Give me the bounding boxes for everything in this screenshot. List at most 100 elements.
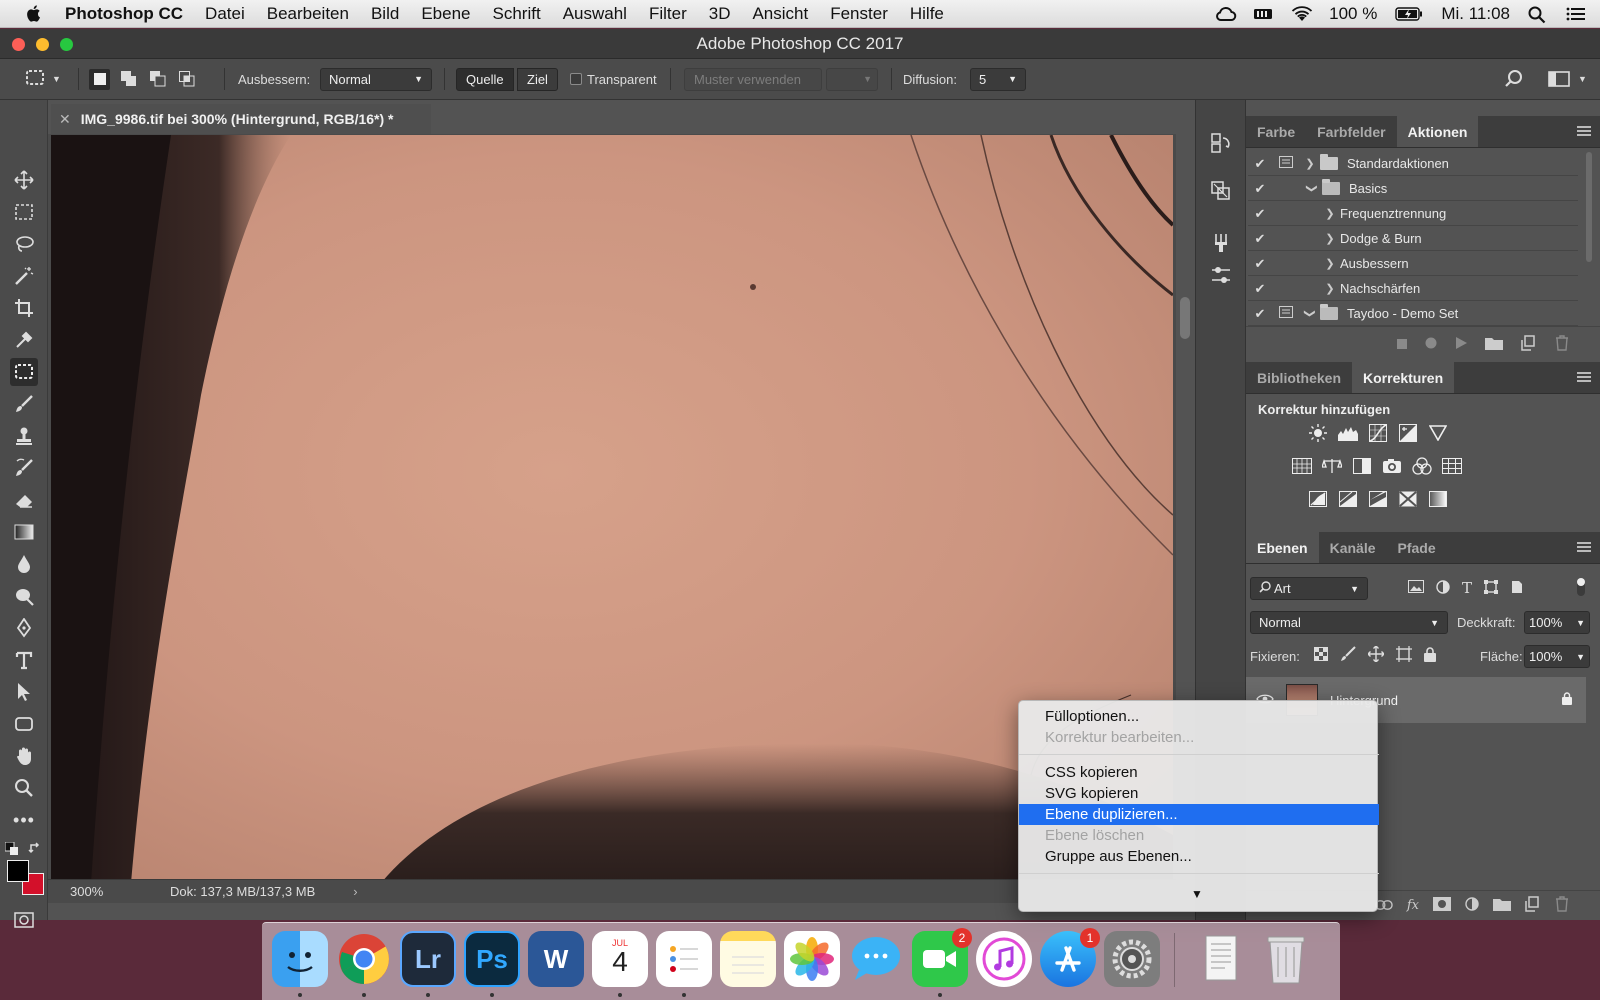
dialog-toggle-icon[interactable]: [1279, 156, 1293, 171]
posterize-icon[interactable]: [1338, 490, 1358, 508]
action-row[interactable]: ✔ ❯ Nachschärfen: [1248, 277, 1578, 301]
selective-color-icon[interactable]: [1398, 490, 1418, 508]
tab-farbfelder[interactable]: Farbfelder: [1306, 116, 1396, 147]
lock-pixels-icon[interactable]: [1340, 646, 1356, 665]
panel-menu-icon[interactable]: [1577, 126, 1591, 136]
layer-style-fx-icon[interactable]: fx: [1407, 898, 1419, 913]
path-selection-tool-icon[interactable]: [10, 678, 38, 706]
vibrance-icon[interactable]: [1428, 424, 1448, 442]
chrome-app-icon[interactable]: [336, 931, 392, 987]
minimize-window-button[interactable]: [36, 38, 49, 51]
close-window-button[interactable]: [12, 38, 25, 51]
panel-menu-icon[interactable]: [1577, 542, 1591, 552]
dialog-toggle-box[interactable]: [1280, 232, 1294, 246]
actions-scrollbar-thumb[interactable]: [1586, 152, 1592, 262]
menu-fenster[interactable]: Fenster: [819, 4, 899, 24]
brush-presets-panel-icon[interactable]: [1205, 228, 1237, 258]
more-tools-icon[interactable]: •••: [10, 806, 38, 834]
adjustment-layer-filter-icon[interactable]: [1436, 579, 1450, 597]
brightness-contrast-icon[interactable]: [1308, 424, 1328, 442]
menu-app-name[interactable]: Photoshop CC: [54, 4, 194, 24]
battery-icon[interactable]: [1395, 6, 1423, 22]
quick-mask-icon[interactable]: [14, 912, 34, 931]
action-row[interactable]: ✔ ❯ Taydoo - Demo Set: [1248, 302, 1578, 326]
new-layer-icon[interactable]: [1525, 896, 1541, 915]
hue-saturation-icon[interactable]: [1292, 457, 1312, 475]
tab-bibliotheken[interactable]: Bibliotheken: [1246, 362, 1352, 393]
dialog-toggle-icon[interactable]: [1279, 306, 1293, 321]
blend-mode-select[interactable]: Normal ▼: [1250, 611, 1448, 634]
panel-menu-icon[interactable]: [1577, 372, 1591, 382]
check-icon[interactable]: ✔: [1248, 181, 1272, 197]
add-selection-mode-button[interactable]: [118, 69, 139, 90]
ausbessern-mode-select[interactable]: Normal ▼: [320, 67, 432, 91]
action-row[interactable]: ✔ ❯ Standardaktionen: [1248, 152, 1578, 176]
zoom-window-button[interactable]: [60, 38, 73, 51]
marquee-tool-icon[interactable]: [10, 198, 38, 226]
close-document-icon[interactable]: ✕: [59, 111, 71, 128]
zoom-tool-icon[interactable]: [10, 774, 38, 802]
clone-stamp-tool-icon[interactable]: [10, 422, 38, 450]
foreground-color-swatch[interactable]: [7, 860, 29, 882]
history-panel-icon[interactable]: [1205, 128, 1237, 158]
action-row[interactable]: ✔ ❯ Frequenztrennung: [1248, 202, 1578, 226]
reminders-app-icon[interactable]: [656, 931, 712, 987]
patch-tool-icon[interactable]: [10, 358, 38, 386]
type-tool-icon[interactable]: [10, 646, 38, 674]
chevron-right-icon[interactable]: ❯: [1320, 232, 1340, 245]
image-canvas[interactable]: [51, 135, 1173, 883]
facetime-app-icon[interactable]: 2: [912, 928, 972, 987]
trash-app-icon[interactable]: [1258, 931, 1314, 987]
action-row[interactable]: ✔ ❯ Basics: [1248, 177, 1578, 201]
color-balance-icon[interactable]: [1322, 457, 1342, 475]
threshold-icon[interactable]: [1368, 490, 1388, 508]
menu-bearbeiten[interactable]: Bearbeiten: [256, 4, 360, 24]
eraser-tool-icon[interactable]: [10, 486, 38, 514]
tool-preset-picker[interactable]: ▼: [24, 67, 61, 92]
record-icon[interactable]: [1425, 337, 1437, 352]
calendar-app-icon[interactable]: JUL 4: [592, 931, 648, 987]
check-icon[interactable]: ✔: [1248, 156, 1272, 172]
new-group-folder-icon[interactable]: [1493, 897, 1511, 914]
layer-filter-select[interactable]: Art ▼: [1250, 577, 1368, 600]
photo-filter-icon[interactable]: [1382, 457, 1402, 475]
tab-farbe[interactable]: Farbe: [1246, 116, 1306, 147]
dialog-toggle-box[interactable]: [1280, 207, 1294, 221]
delete-layer-trash-icon[interactable]: [1555, 896, 1569, 915]
default-colors-icon[interactable]: [4, 841, 19, 859]
stop-icon[interactable]: [1397, 337, 1407, 352]
tab-korrekturen[interactable]: Korrekturen: [1352, 362, 1455, 393]
gradient-map-icon[interactable]: [1428, 490, 1448, 508]
action-row[interactable]: ✔ ❯ Ausbessern: [1248, 252, 1578, 276]
dialog-toggle-box[interactable]: [1280, 182, 1294, 196]
dialog-toggle-box[interactable]: [1280, 282, 1294, 296]
menu-hilfe[interactable]: Hilfe: [899, 4, 955, 24]
add-mask-icon[interactable]: [1433, 897, 1451, 914]
menu-datei[interactable]: Datei: [194, 4, 256, 24]
eyedropper-tool-icon[interactable]: [10, 326, 38, 354]
downloads-stack-icon[interactable]: [1194, 931, 1250, 987]
rectangle-tool-icon[interactable]: [10, 710, 38, 738]
diffusion-select[interactable]: 5 ▼: [970, 67, 1026, 91]
status-menu-arrow-icon[interactable]: ›: [353, 884, 357, 899]
exposure-icon[interactable]: [1398, 424, 1418, 442]
type-layer-filter-icon[interactable]: T: [1462, 579, 1472, 597]
play-icon[interactable]: [1455, 337, 1467, 352]
document-tab[interactable]: ✕ IMG_9986.tif bei 300% (Hintergrund, RG…: [51, 104, 431, 134]
system-preferences-app-icon[interactable]: [1104, 931, 1160, 987]
new-adjustment-layer-icon[interactable]: [1465, 897, 1479, 914]
gradient-tool-icon[interactable]: [10, 518, 38, 546]
messages-app-icon[interactable]: [848, 931, 904, 987]
notes-app-icon[interactable]: [720, 931, 776, 987]
chevron-right-icon[interactable]: ❯: [1320, 282, 1340, 295]
clock[interactable]: Mi. 11:08: [1441, 4, 1510, 24]
finder-app-icon[interactable]: [272, 931, 328, 987]
menu-3d[interactable]: 3D: [698, 4, 742, 24]
chevron-right-icon[interactable]: ❯: [1300, 157, 1320, 170]
vertical-scrollbar-thumb[interactable]: [1180, 297, 1190, 339]
chevron-down-icon[interactable]: ▼: [1578, 74, 1587, 84]
brush-tool-icon[interactable]: [10, 390, 38, 418]
trash-icon[interactable]: [1555, 335, 1569, 354]
fill-input[interactable]: 100% ▼: [1524, 645, 1590, 668]
menu-item-svg-kopieren[interactable]: SVG kopieren: [1019, 783, 1379, 804]
